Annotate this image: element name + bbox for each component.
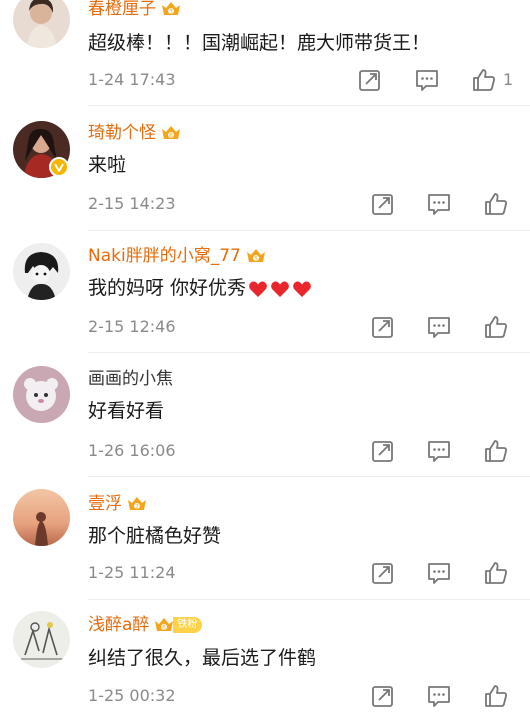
comment-time: 2-15 14:23 bbox=[88, 194, 176, 213]
like-button[interactable] bbox=[471, 67, 497, 93]
divider bbox=[88, 105, 530, 106]
like-icon bbox=[485, 685, 507, 707]
username[interactable]: 春橙厘子 3 bbox=[88, 0, 182, 20]
svg-text:5: 5 bbox=[254, 255, 258, 262]
like-button[interactable] bbox=[483, 683, 509, 709]
repost-button[interactable] bbox=[370, 683, 396, 709]
like-icon bbox=[485, 440, 507, 462]
repost-button[interactable] bbox=[370, 314, 396, 340]
repost-icon bbox=[372, 194, 393, 215]
username[interactable]: 浅醉a醉 6 铁粉 bbox=[88, 614, 203, 636]
vip-crown-icon: 3 bbox=[162, 2, 180, 15]
avatar[interactable] bbox=[13, 243, 70, 300]
fan-badge: 铁粉 bbox=[173, 617, 203, 633]
like-button[interactable] bbox=[483, 560, 509, 586]
like-icon bbox=[473, 69, 495, 91]
comment-time: 2-15 12:46 bbox=[88, 317, 176, 336]
divider bbox=[88, 476, 530, 477]
vip-crown-icon: 6 bbox=[155, 618, 174, 631]
comment-button[interactable] bbox=[426, 314, 452, 340]
comment-text: 纠结了很久，最后选了件鹤 bbox=[88, 647, 317, 669]
comment-item: Naki胖胖的小窝_77 5 我的妈呀 你好优秀 2-15 12:46 bbox=[0, 233, 530, 357]
repost-icon bbox=[359, 70, 380, 91]
comment-text: 来啦 bbox=[88, 154, 127, 176]
repost-icon bbox=[372, 563, 393, 584]
repost-button[interactable] bbox=[357, 67, 383, 93]
vip-crown-icon: 5 bbox=[246, 249, 265, 262]
like-button[interactable] bbox=[483, 314, 509, 340]
username[interactable]: 画画的小焦 bbox=[88, 368, 173, 390]
comment-time: 1-24 17:43 bbox=[88, 70, 176, 89]
comment-list: 春橙厘子 3 超级棒！！！国潮崛起！鹿大师带货王！ 1-24 17:43 1 琦勒… bbox=[0, 0, 530, 719]
verified-badge-icon bbox=[49, 157, 69, 177]
username[interactable]: 琦勒个怪 6 bbox=[88, 122, 182, 144]
comment-time: 1-25 11:24 bbox=[88, 563, 176, 582]
vip-crown-icon: 2 bbox=[128, 497, 146, 510]
comment-button[interactable] bbox=[426, 683, 452, 709]
comment-text: 那个脏橘色好赞 bbox=[88, 525, 222, 547]
like-button[interactable] bbox=[483, 438, 509, 464]
like-icon bbox=[485, 193, 507, 215]
repost-icon bbox=[372, 686, 393, 707]
comment-text: 好看好看 bbox=[88, 400, 165, 422]
svg-text:2: 2 bbox=[135, 503, 139, 510]
repost-icon bbox=[372, 317, 393, 338]
comment-text: 我的妈呀 你好优秀 bbox=[88, 275, 312, 301]
vip-crown-icon: 6 bbox=[162, 126, 180, 139]
like-icon bbox=[485, 316, 507, 338]
avatar[interactable] bbox=[13, 489, 70, 546]
like-button[interactable] bbox=[483, 191, 509, 217]
avatar[interactable] bbox=[13, 611, 70, 668]
avatar[interactable] bbox=[13, 366, 70, 423]
divider bbox=[88, 352, 530, 353]
comment-item: 春橙厘子 3 超级棒！！！国潮崛起！鹿大师带货王！ 1-24 17:43 1 bbox=[0, 0, 530, 110]
divider bbox=[88, 230, 530, 231]
repost-button[interactable] bbox=[370, 438, 396, 464]
comment-icon bbox=[428, 441, 450, 462]
like-count: 1 bbox=[503, 70, 514, 89]
comment-time: 1-25 00:32 bbox=[88, 686, 176, 705]
comment-icon bbox=[416, 70, 438, 91]
avatar[interactable] bbox=[13, 0, 70, 48]
comment-button[interactable] bbox=[426, 560, 452, 586]
svg-text:6: 6 bbox=[169, 132, 173, 139]
repost-button[interactable] bbox=[370, 191, 396, 217]
like-icon bbox=[485, 562, 507, 584]
heart-icon bbox=[249, 281, 267, 297]
comment-item: 琦勒个怪 6 来啦 2-15 14:23 bbox=[0, 110, 530, 234]
divider bbox=[88, 599, 530, 600]
comment-icon bbox=[428, 563, 450, 584]
svg-text:3: 3 bbox=[169, 8, 173, 15]
comment-item: 画画的小焦 好看好看 1-26 16:06 bbox=[0, 357, 530, 481]
svg-text:6: 6 bbox=[163, 624, 167, 631]
comment-button[interactable] bbox=[426, 438, 452, 464]
username[interactable]: 壹浮 2 bbox=[88, 493, 148, 515]
comment-item: 壹浮 2 那个脏橘色好赞 1-25 11:24 bbox=[0, 481, 530, 605]
repost-button[interactable] bbox=[370, 560, 396, 586]
comment-text: 超级棒！！！国潮崛起！鹿大师带货王！ bbox=[88, 32, 431, 54]
comment-icon bbox=[428, 317, 450, 338]
comment-time: 1-26 16:06 bbox=[88, 441, 176, 460]
comment-button[interactable] bbox=[426, 191, 452, 217]
comment-button[interactable] bbox=[414, 67, 440, 93]
comment-icon bbox=[428, 194, 450, 215]
heart-icon bbox=[271, 281, 289, 297]
username[interactable]: Naki胖胖的小窝_77 5 bbox=[88, 245, 267, 267]
repost-icon bbox=[372, 441, 393, 462]
comment-item: 浅醉a醉 6 铁粉 纠结了很久，最后选了件鹤 1-25 00:32 bbox=[0, 604, 530, 728]
heart-icon bbox=[293, 281, 311, 297]
comment-icon bbox=[428, 686, 450, 707]
